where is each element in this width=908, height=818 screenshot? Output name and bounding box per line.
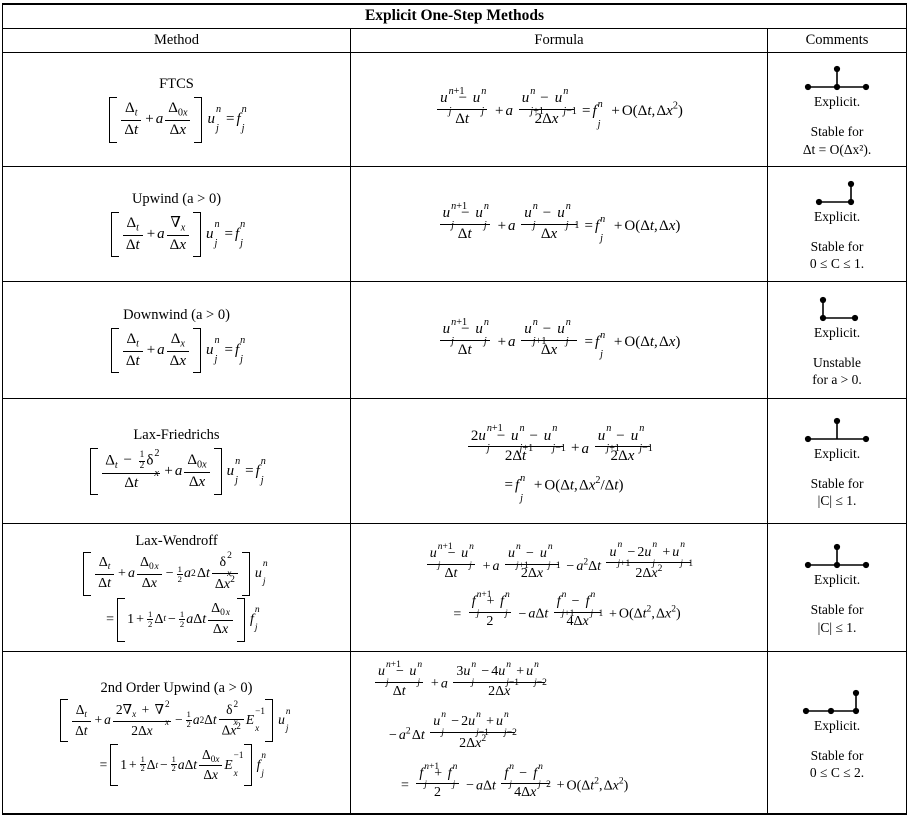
method-cell-lax-friedrichs: Lax-Friedrichs Δt − 1 2 δ 2 x Δt + a Δ0x Δx unj…: [2, 398, 351, 524]
method-name: FTCS: [159, 76, 194, 93]
stability-note: Stable for 0 ≤ C ≤ 1.: [810, 238, 864, 273]
formula-cell-2nd-order-upwind: u n+1 j − u n j Δt + a 3u n j −4u n j−1 + u n j−2 2Δx − a2…: [350, 651, 768, 815]
method-equation-line2: = 1 + 12Δt − 12aΔt Δ0x Δx E −1 x fnj: [84, 743, 270, 787]
stencil-diagram-icon: [815, 180, 855, 205]
formula-expression-line1: u n+1 j − u n j Δt + a 3u n j −4u n j−1 + u n j−2 2Δx: [373, 660, 547, 700]
formula-expression: u n+1 j − u n j Δt + a u n j+1− u n j Δx = f n j + O(Δt, …: [438, 317, 680, 360]
stability-line-1: Stable for: [810, 124, 864, 140]
explicit-one-step-methods-table: Explicit One-Step Methods Method Formula…: [1, 3, 908, 815]
stencil-diagram-icon: [804, 65, 870, 91]
column-header-comments: Comments: [766, 28, 908, 53]
method-cell-ftcs: FTCS Δt Δt + a Δ0x Δx unj = f n j: [2, 52, 351, 167]
stability-line-2: 0 ≤ C ≤ 1.: [809, 256, 865, 272]
stability-note: Stable for Δt = O(Δx²).: [803, 123, 871, 158]
stencil-diagram-icon: [819, 296, 859, 321]
method-cell-2nd-order-upwind: 2nd Order Upwind (a > 0) Δt Δt + a 2∇x + ∇…: [2, 651, 351, 815]
table-header-row: Method Formula Comments: [2, 28, 908, 53]
method-name: Upwind (a > 0): [131, 190, 222, 207]
comments-cell-ftcs: Explicit. Stable for Δt = O(Δx²).: [766, 52, 908, 167]
method-cell-upwind: Upwind (a > 0) Δt Δt + a ∇x Δx unj = f n j: [2, 166, 351, 282]
formula-expression-line3: = f n+1 j + fnj2 − aΔt f n j − f n j−2 4Δx + O(Δt2, …: [401, 761, 629, 801]
formula-cell-lax-friedrichs: 2u n+1 j − u n j+1− u n j−1 2Δt + a u n j+1− u n j−1 2Δ…: [350, 398, 768, 524]
explicit-label: Explicit.: [813, 717, 861, 733]
table-row: FTCS Δt Δt + a Δ0x Δx unj = f n j u n+1 j − u n j Δt…: [2, 52, 908, 167]
formula-expression-line1: u n+1 j − u n j Δt + a u n j+1− u n j−1 2Δx − a2Δt unj…: [425, 540, 694, 583]
method-name: 2nd Order Upwind (a > 0): [100, 679, 253, 696]
comments-cell-lax-wendroff: Explicit. Stable for |C| ≤ 1.: [766, 523, 908, 652]
formula-expression-line2: = f n+1 j + fnj2 − aΔt f n j+1− f n j−1 4Δx + O(Δt2…: [453, 590, 681, 629]
method-equation: Δt Δt + a Δ0x Δx unj = f n j: [108, 97, 247, 143]
stability-line-2: for a > 0.: [812, 372, 862, 388]
table-container: Explicit One-Step Methods Method Formula…: [0, 0, 908, 818]
method-name: Lax-Friedrichs: [133, 426, 220, 443]
stability-line-2: Δt = O(Δx²).: [802, 141, 872, 157]
formula-cell-downwind: u n+1 j − u n j Δt + a u n j+1− u n j Δx = f n j + O(Δt, …: [350, 281, 768, 399]
comments-cell-downwind: Explicit. Unstable for a > 0.: [766, 281, 908, 399]
table-row: Lax-Friedrichs Δt − 1 2 δ 2 x Δt + a Δ0x Δx unj…: [2, 398, 908, 524]
stability-line-1: Stable for: [810, 747, 864, 763]
formula-cell-lax-wendroff: u n+1 j − u n j Δt + a u n j+1− u n j−1 2Δx − a2Δt unj…: [350, 523, 768, 652]
stencil-diagram-icon: [804, 417, 870, 442]
comments-cell-2nd-order-upwind: Explicit. Stable for 0 ≤ C ≤ 2.: [766, 651, 908, 815]
formula-expression: u n+1 j − u n j Δt + a u n j − u n j−1 Δx = f n j + O(Δt, …: [438, 201, 680, 244]
formula-cell-ftcs: u n+1 j − u n j Δt + a u n j+1− u n j−1 2Δx = f n j + O(Δ…: [350, 52, 768, 167]
comments-cell-lax-friedrichs: Explicit. Stable for |C| ≤ 1.: [766, 398, 908, 524]
table-row: Downwind (a > 0) Δt Δt + a Δx Δx unj = f n j u…: [2, 281, 908, 399]
stability-note: Stable for |C| ≤ 1.: [811, 601, 864, 636]
explicit-label: Explicit.: [813, 208, 861, 224]
formula-expression: 2u n+1 j − u n j+1− u n j−1 2Δt + a u n j+1− u n j−1 2Δ…: [466, 423, 653, 466]
method-equation: Δt Δt + a ∇x Δx unj = f n j: [110, 211, 245, 258]
column-header-formula: Formula: [350, 28, 768, 53]
formula-expression: u n+1 j − u n j Δt + a u n j+1− u n j−1 2Δx = f n j + O(Δ…: [435, 86, 683, 130]
stability-line-1: Unstable: [813, 354, 861, 370]
stability-line-2: |C| ≤ 1.: [817, 619, 857, 635]
stencil-diagram-icon: [802, 689, 860, 714]
table-row: 2nd Order Upwind (a > 0) Δt Δt + a 2∇x + ∇…: [2, 651, 908, 815]
stability-line-1: Stable for: [810, 238, 864, 254]
stability-note: Stable for |C| ≤ 1.: [811, 475, 864, 510]
comments-cell-upwind: Explicit. Stable for 0 ≤ C ≤ 1.: [766, 166, 908, 282]
method-equation-line1: Δt Δt + a 2∇x + ∇ 2 x 2Δx − 12a2Δt δ 2 x Δx2 E −1…: [59, 698, 294, 742]
column-header-method: Method: [2, 28, 351, 53]
stability-line-2: 0 ≤ C ≤ 2.: [809, 765, 865, 781]
table-title: Explicit One-Step Methods: [1, 3, 908, 29]
method-equation: Δt Δt + a Δx Δx unj = f n j: [110, 327, 245, 374]
method-equation-line2: = 1 + 12Δt − 12aΔt Δ0 x Δx fnj: [90, 598, 263, 642]
formula-expression-line2: = f n j + O(Δt, Δx2/Δt): [504, 473, 624, 504]
explicit-label: Explicit.: [813, 572, 861, 588]
formula-expression-line2: − a2 Δt u n j −2u n j−1 + u n j−2 2Δx2: [389, 709, 517, 751]
stability-line-1: Stable for: [810, 602, 864, 618]
stability-note: Stable for 0 ≤ C ≤ 2.: [810, 747, 864, 782]
method-cell-downwind: Downwind (a > 0) Δt Δt + a Δx Δx unj = f n j: [2, 281, 351, 399]
method-cell-lax-wendroff: Lax-Wendroff Δt Δt + a Δ0 x Δx − 12a2 Δt δ2…: [2, 523, 351, 652]
explicit-label: Explicit.: [813, 324, 861, 340]
method-name: Lax-Wendroff: [135, 533, 218, 550]
stencil-diagram-icon: [804, 543, 870, 569]
table-row: Upwind (a > 0) Δt Δt + a ∇x Δx unj = f n j u n+…: [2, 166, 908, 282]
method-equation-line1: Δt Δt + a Δ0 x Δx − 12a2 Δt δ 2 x Δx2 unj: [82, 551, 271, 597]
method-name: Downwind (a > 0): [123, 306, 230, 323]
stability-line-1: Stable for: [810, 475, 864, 491]
table-row: Lax-Wendroff Δt Δt + a Δ0 x Δx − 12a2 Δt δ2…: [2, 523, 908, 652]
explicit-label: Explicit.: [813, 445, 861, 461]
method-equation: Δt − 1 2 δ 2 x Δt + a Δ0x Δx unj = f n j: [89, 447, 266, 496]
stability-line-2: |C| ≤ 1.: [817, 493, 857, 509]
explicit-label: Explicit.: [813, 94, 861, 110]
formula-cell-upwind: u n+1 j − u n j Δt + a u n j − u n j−1 Δx = f n j + O(Δt, …: [350, 166, 768, 282]
stability-note: Unstable for a > 0.: [812, 354, 862, 389]
table-title-row: Explicit One-Step Methods: [1, 3, 908, 29]
